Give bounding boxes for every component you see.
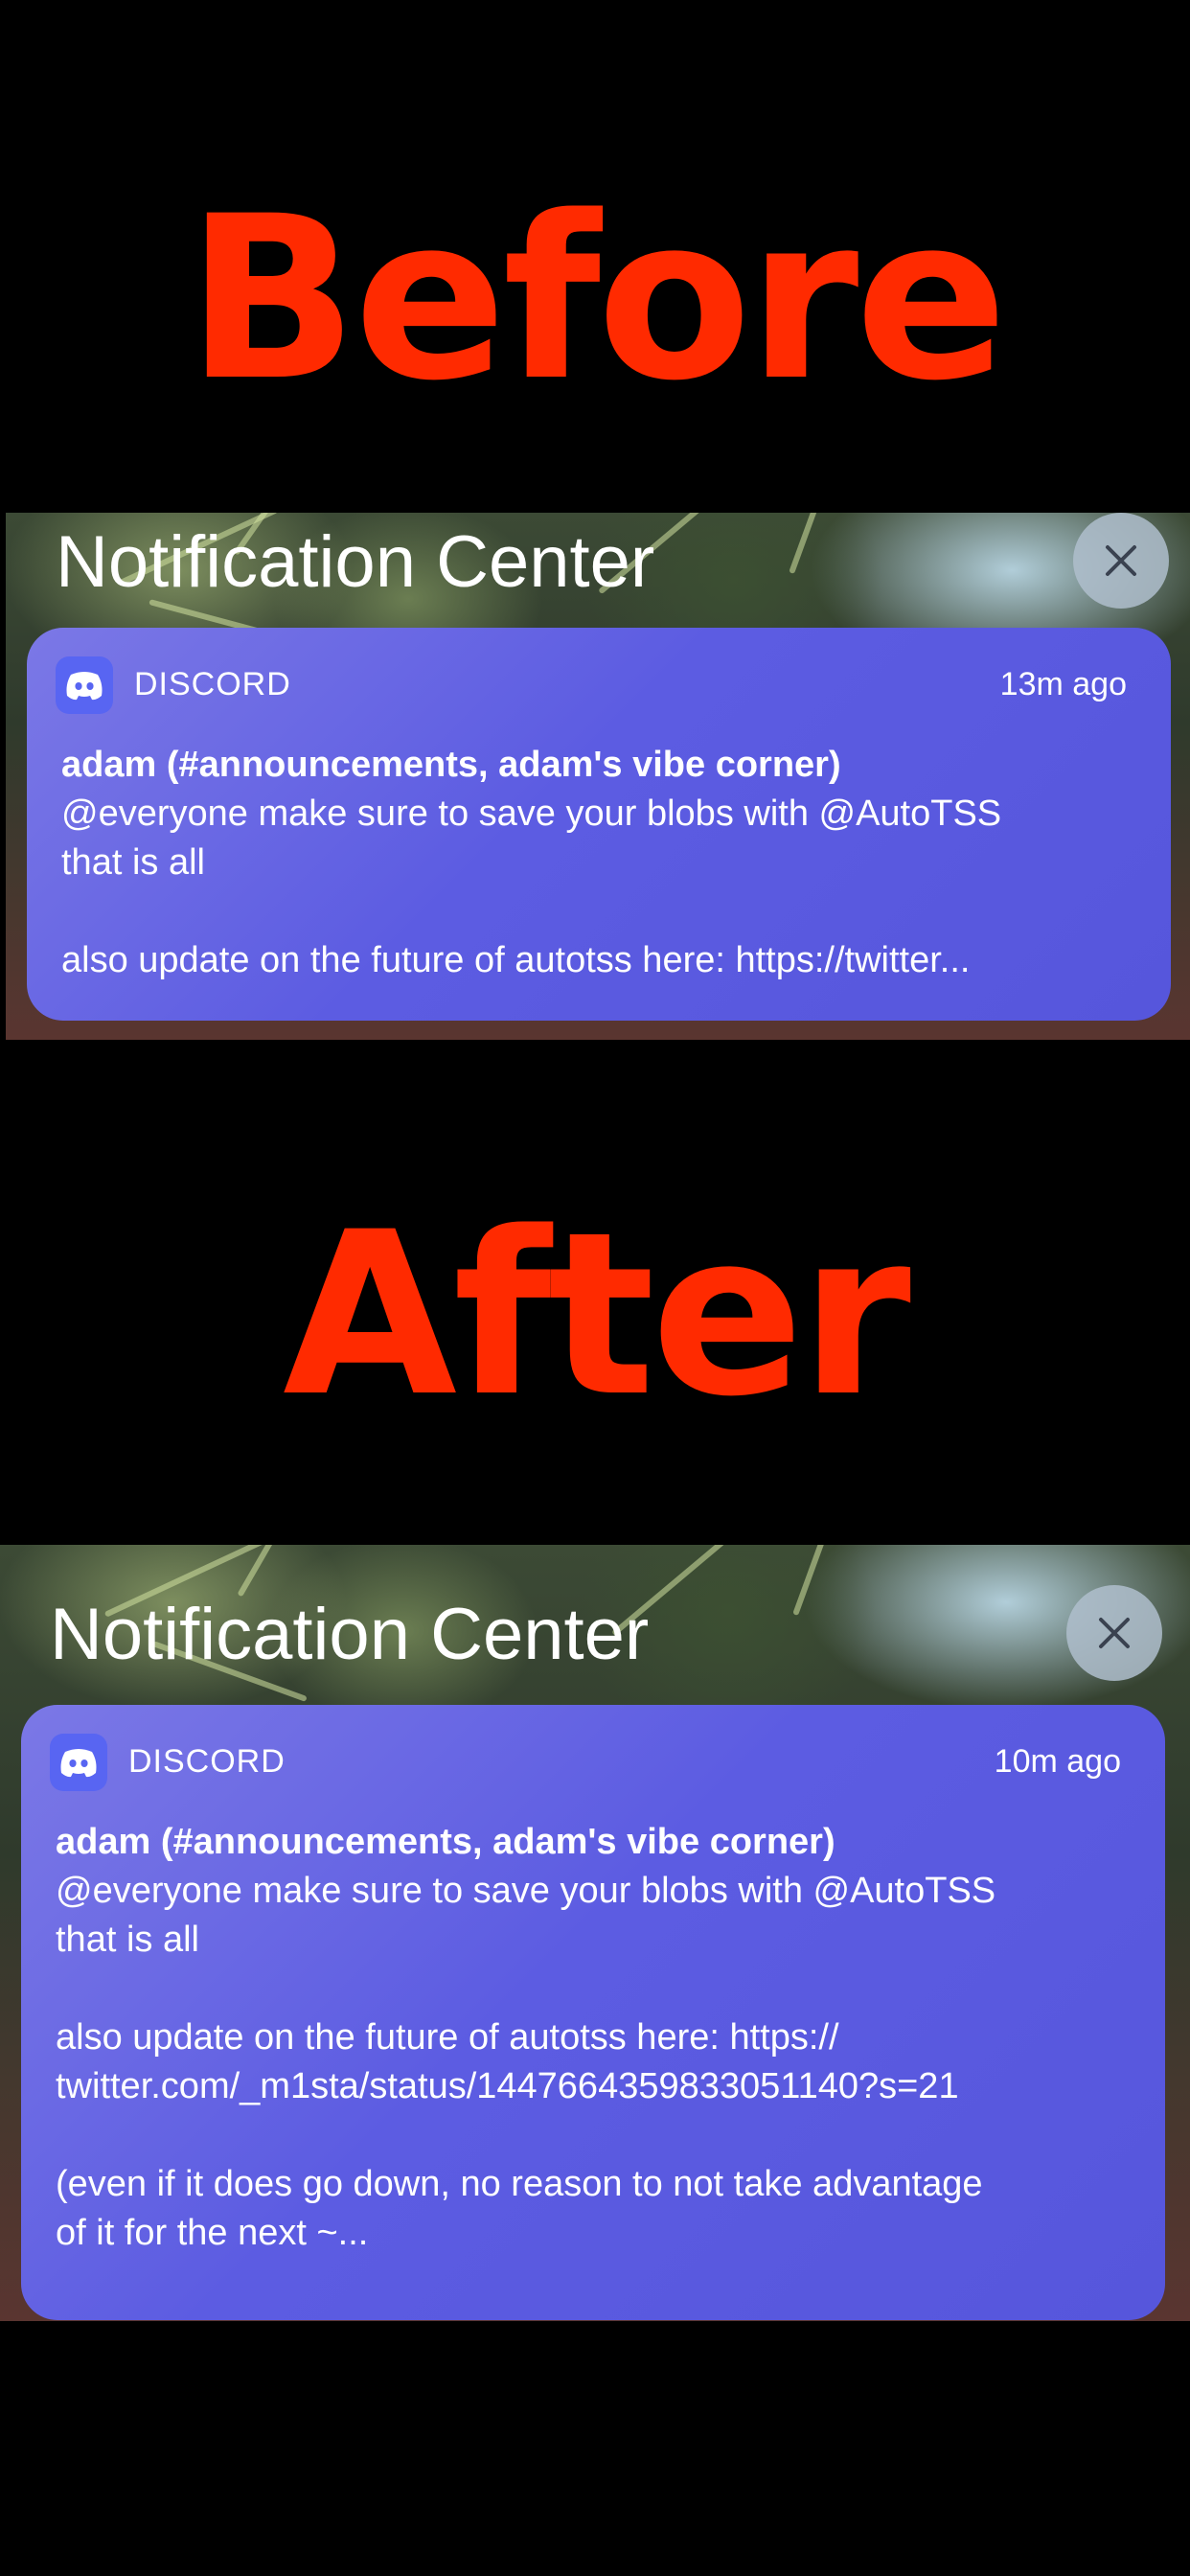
discord-notification-card[interactable]: DISCORD 10m ago adam (#announcements, ad…	[21, 1705, 1165, 2320]
notification-time: 13m ago	[999, 666, 1127, 702]
app-name: DISCORD	[128, 1743, 286, 1780]
notification-time: 10m ago	[994, 1743, 1121, 1780]
discord-icon	[56, 656, 113, 714]
app-name: DISCORD	[134, 666, 291, 702]
close-icon	[1099, 1618, 1130, 1648]
close-icon	[1106, 545, 1136, 576]
discord-icon	[50, 1734, 107, 1791]
after-screenshot: Notification Center DISCORD 10m ago adam…	[0, 1545, 1190, 2321]
clear-notifications-button[interactable]	[1073, 513, 1169, 609]
notification-center-title: Notification Center	[56, 521, 655, 603]
before-heading: Before	[186, 169, 1007, 430]
notification-sender: adam (#announcements, adam's vibe corner…	[56, 1822, 835, 1862]
notification-message: @everyone make sure to save your blobs w…	[61, 794, 1002, 980]
before-screenshot: Notification Center DISCORD 13m ago adam…	[6, 513, 1190, 1040]
discord-notification-card[interactable]: DISCORD 13m ago adam (#announcements, ad…	[27, 628, 1171, 1021]
clear-notifications-button[interactable]	[1066, 1585, 1162, 1681]
notification-center-title: Notification Center	[50, 1594, 650, 1675]
after-heading: After	[283, 1184, 911, 1446]
notification-sender: adam (#announcements, adam's vibe corner…	[61, 745, 841, 785]
notification-message: @everyone make sure to save your blobs w…	[56, 1871, 996, 2253]
